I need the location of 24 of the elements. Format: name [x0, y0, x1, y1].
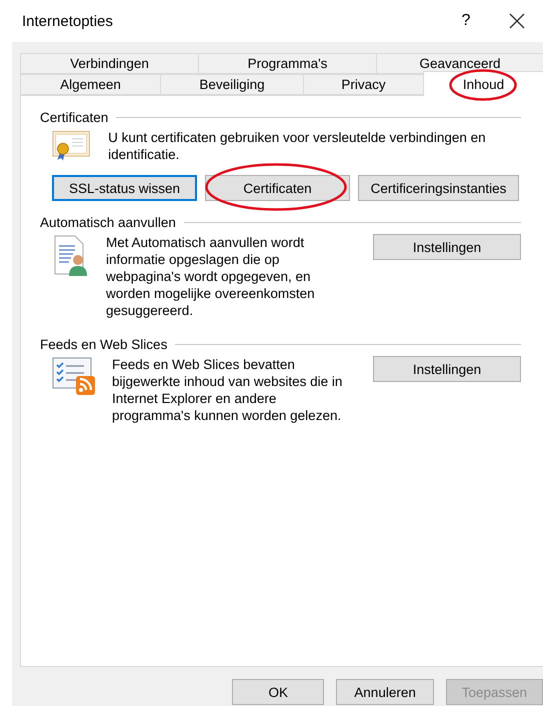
dialog-button[interactable]: Certificaten [205, 175, 350, 201]
tab[interactable]: Inhoud [423, 71, 543, 96]
dialog-button[interactable]: Instellingen [373, 356, 521, 382]
window-title: Internetopties [22, 12, 114, 30]
help-button[interactable]: ? [441, 12, 491, 30]
feed-list-icon [52, 356, 96, 396]
section-heading: Certificaten [40, 110, 108, 125]
close-icon [509, 13, 525, 29]
dialog-button[interactable]: Annuleren [336, 679, 434, 705]
tab[interactable]: Verbindingen [20, 53, 198, 74]
dialog-button[interactable]: Certificeringsinstanties [358, 175, 519, 201]
section-description: U kunt certificaten gebruiken voor versleutelde verbindingen en identificatie. [108, 129, 487, 164]
document-person-icon [52, 234, 90, 278]
tab[interactable]: Programma's [198, 53, 376, 74]
dialog-button[interactable]: SSL-status wissen [52, 175, 197, 201]
dialog-button[interactable]: OK [232, 679, 324, 705]
tab[interactable]: Beveiliging [160, 74, 303, 95]
tab[interactable]: Algemeen [20, 74, 160, 95]
tab[interactable]: Privacy [303, 74, 423, 95]
section-description: Met Automatisch aanvullen wordt informatie opgeslagen die op webpagina's wordt opgegeven, en worden mogelijke overeenkomsten gesuggereerd. [106, 234, 316, 319]
section-description: Feeds en Web Slices bevatten bijgewerkte inhoud van websites die in Internet Explorer en andere programma's kunnen worden gelezen. [112, 356, 344, 424]
dialog-button[interactable]: Instellingen [373, 234, 521, 260]
section-heading: Automatisch aanvullen [40, 215, 176, 230]
section-heading: Feeds en Web Slices [40, 337, 168, 352]
